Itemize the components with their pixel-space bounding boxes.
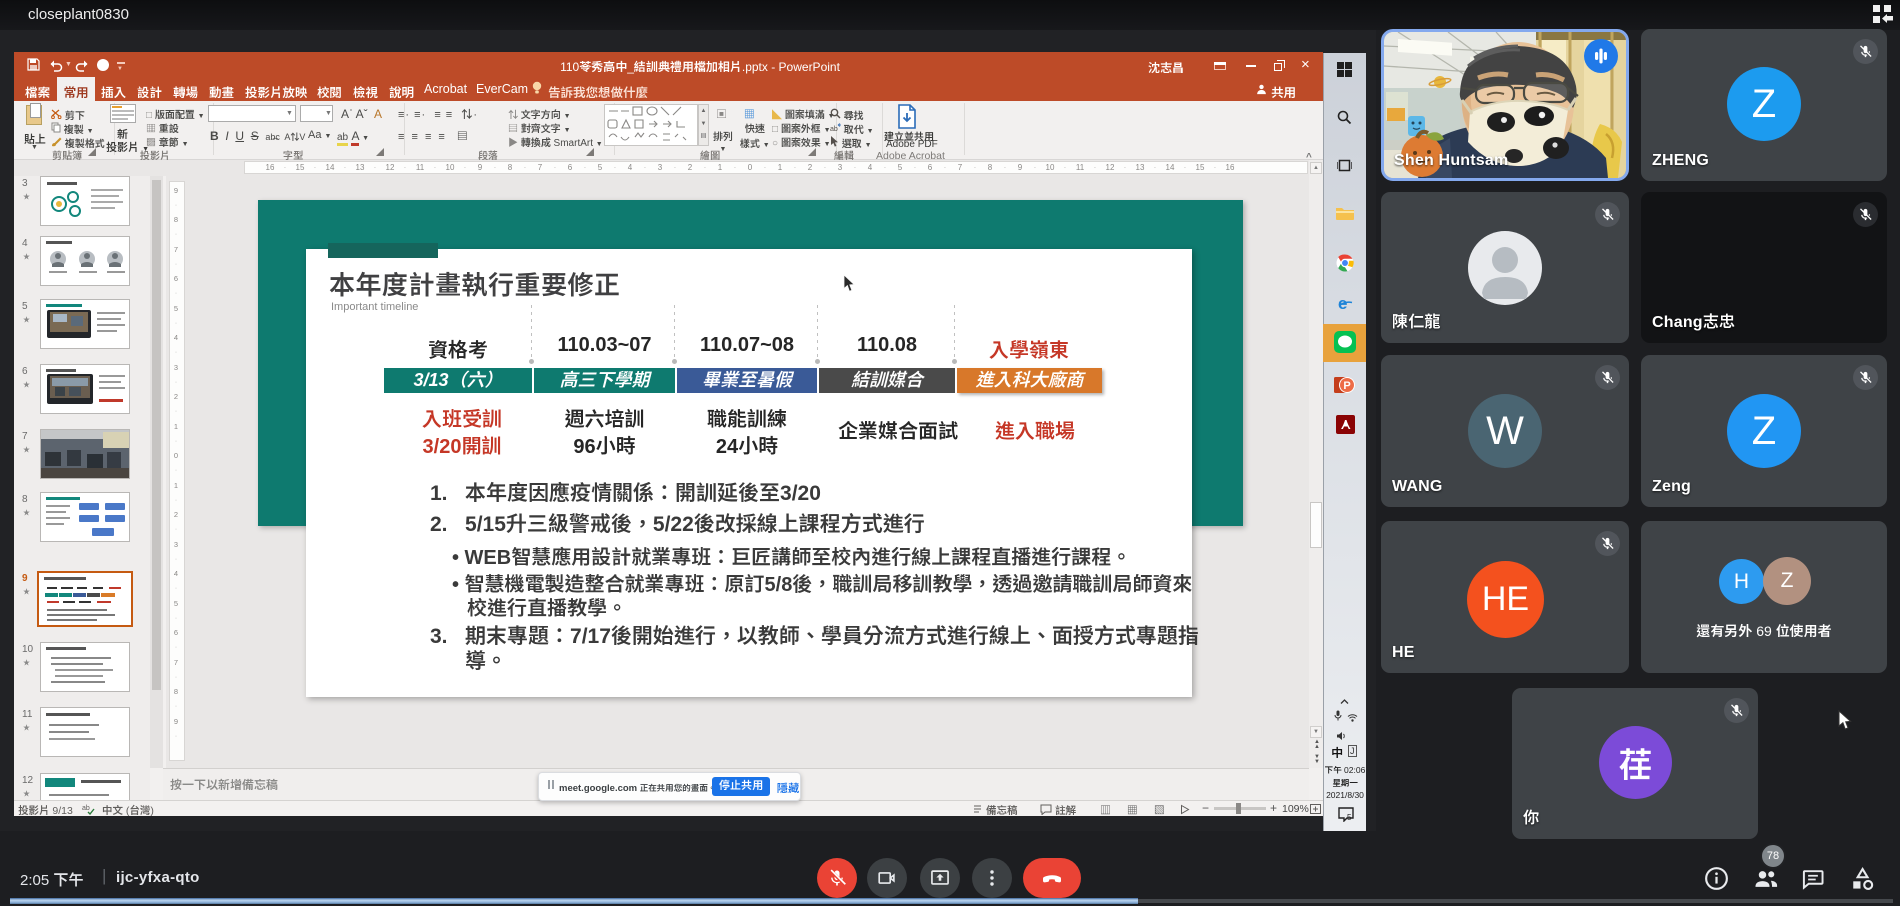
svg-text:ab: ab [830, 126, 838, 133]
svg-text:P: P [1343, 380, 1350, 392]
svg-text:ab: ab [82, 805, 90, 812]
